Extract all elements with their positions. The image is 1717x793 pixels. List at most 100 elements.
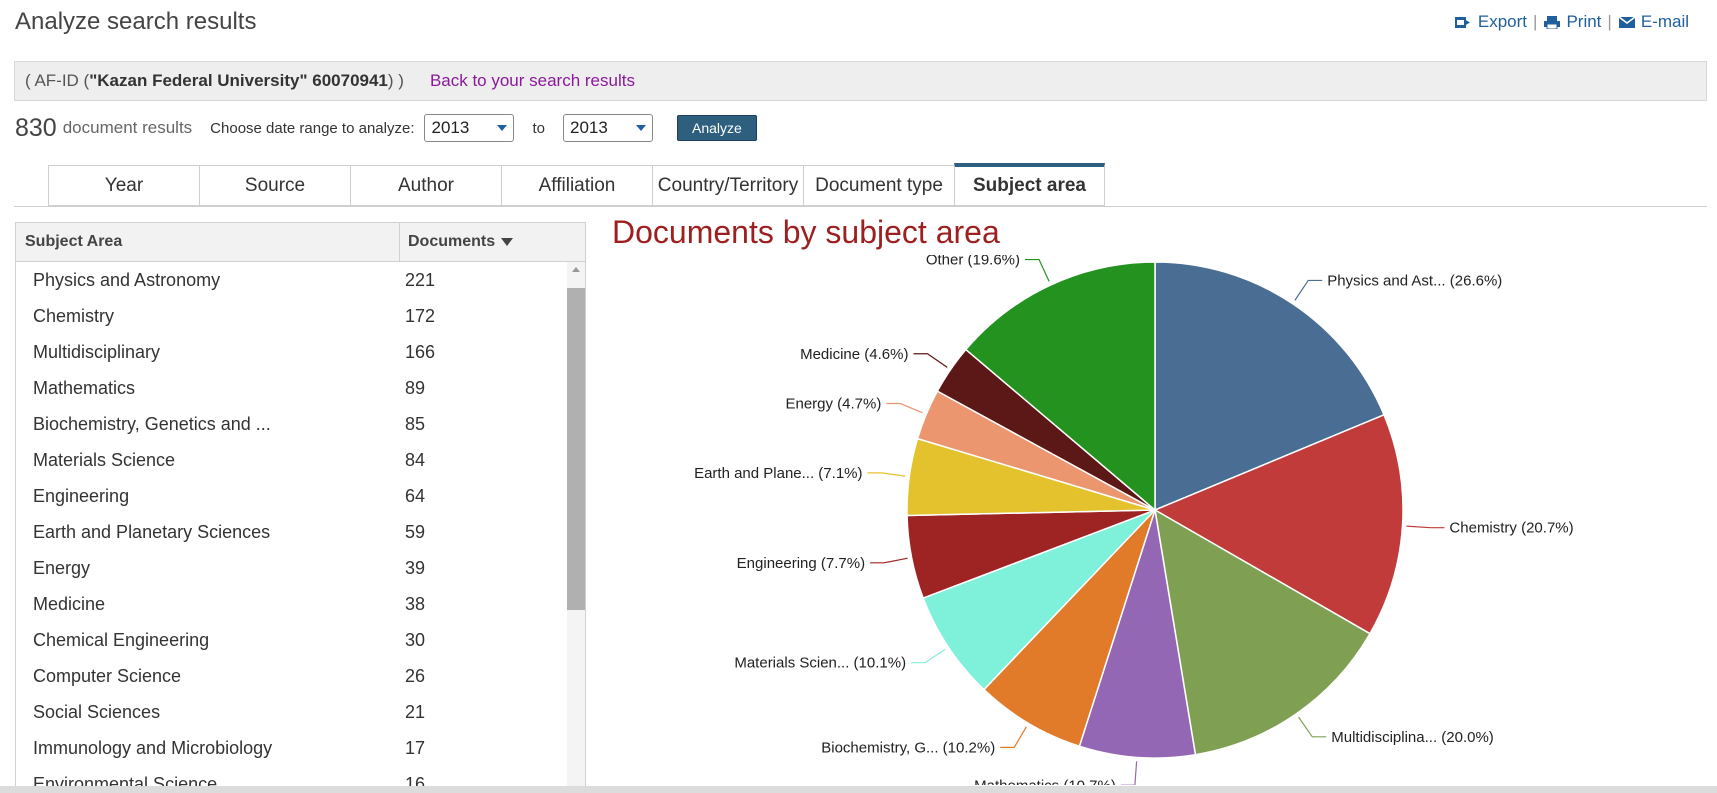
row-subject: Multidisciplinary <box>33 341 161 362</box>
pie-label-connector <box>1120 761 1138 785</box>
row-documents: 85 <box>405 413 426 434</box>
table-body: Physics and Astronomy 221 Chemistry 172 Mult… <box>16 262 566 793</box>
row-documents: 17 <box>405 737 426 758</box>
table-row[interactable]: Earth and Planetary Sciences 59 <box>16 514 566 550</box>
table-row[interactable]: Materials Science 84 <box>16 442 566 478</box>
result-count-label: document results <box>62 118 193 137</box>
row-documents: 221 <box>405 269 436 290</box>
row-subject: Chemical Engineering <box>33 629 210 650</box>
scroll-thumb[interactable] <box>567 288 585 610</box>
to-year-select[interactable]: 2013 <box>563 114 653 142</box>
table-row[interactable]: Engineering 64 <box>16 478 566 514</box>
table-row[interactable]: Chemistry 172 <box>16 298 566 334</box>
bottom-scrollbar[interactable] <box>0 786 1717 793</box>
table-row[interactable]: Physics and Astronomy 221 <box>16 262 566 298</box>
email-label: E-mail <box>1640 12 1689 31</box>
result-count: 830 <box>15 113 57 142</box>
row-documents: 26 <box>405 665 426 686</box>
print-link[interactable]: Print <box>1543 12 1601 32</box>
row-subject: Materials Science <box>33 449 176 470</box>
export-link[interactable]: Export <box>1454 12 1527 32</box>
pie-slice-label: Earth and Plane... (7.1%) <box>694 465 862 482</box>
row-subject: Chemistry <box>33 305 115 326</box>
pie-slice-label: Mathematics (10.7%) <box>974 777 1116 785</box>
pie-slice-label: Energy (4.7%) <box>785 396 881 413</box>
row-documents: 166 <box>405 341 436 362</box>
row-documents: 89 <box>405 377 426 398</box>
query-suffix: ) ) <box>387 71 404 90</box>
row-subject: Immunology and Microbiology <box>33 737 273 758</box>
row-documents: 38 <box>405 593 426 614</box>
query-prefix: ( AF-ID ( <box>25 71 90 90</box>
pie-label-connector <box>913 353 948 368</box>
table-row[interactable]: Mathematics 89 <box>16 370 566 406</box>
tab-affiliation[interactable]: Affiliation <box>501 165 652 206</box>
row-subject: Physics and Astronomy <box>33 269 221 290</box>
sort-desc-icon <box>501 238 514 246</box>
pie-label-connector <box>1406 525 1445 529</box>
tab-document-type[interactable]: Document type <box>803 165 954 206</box>
back-to-results-link[interactable]: Back to your search results <box>430 71 635 91</box>
table-row[interactable]: Multidisciplinary 166 <box>16 334 566 370</box>
table-row[interactable]: Computer Science 26 <box>16 658 566 694</box>
from-year-select[interactable]: 2013 <box>424 114 515 142</box>
query-bar: ( AF-ID ( "Kazan Federal University" 600… <box>14 61 1707 101</box>
row-documents: 172 <box>405 305 436 326</box>
row-subject: Earth and Planetary Sciences <box>33 521 271 542</box>
pie-label-connector <box>1294 279 1323 301</box>
pie-slice-label: Physics and Ast... (26.6%) <box>1327 272 1502 289</box>
pie-label-connector <box>1000 726 1027 748</box>
date-range-label: Choose date range to analyze: <box>210 119 415 137</box>
table-header: Subject Area Documents <box>16 223 585 262</box>
table-row[interactable]: Social Sciences 21 <box>16 694 566 730</box>
tab-country-territory[interactable]: Country/Territory <box>652 165 803 206</box>
column-header-documents[interactable]: Documents <box>400 233 514 251</box>
row-subject: Mathematics <box>33 377 136 398</box>
table-scrollbar[interactable] <box>567 262 585 792</box>
tab-author[interactable]: Author <box>350 165 501 206</box>
table-row[interactable]: Biochemistry, Genetics and ... 85 <box>16 406 566 442</box>
from-year-value: 2013 <box>431 118 470 137</box>
analyze-button[interactable]: Analyze <box>677 115 757 141</box>
row-documents: 84 <box>405 449 426 470</box>
table-row[interactable]: Chemical Engineering 30 <box>16 622 566 658</box>
row-subject: Social Sciences <box>33 701 161 722</box>
row-subject: Engineering <box>33 485 130 506</box>
email-link[interactable]: E-mail <box>1618 12 1689 32</box>
subject-area-table: Subject Area Documents Physics and Astro… <box>15 222 586 793</box>
tab-source[interactable]: Source <box>199 165 350 206</box>
chevron-down-icon <box>636 125 646 131</box>
pie-label-connector <box>1298 716 1327 738</box>
pie-slice-label: Medicine (4.6%) <box>800 346 908 363</box>
pie-label-connector <box>886 402 923 414</box>
pie-label-connector <box>1025 258 1050 282</box>
row-subject: Biochemistry, Genetics and ... <box>33 413 271 434</box>
scroll-up-icon[interactable] <box>572 267 580 272</box>
table-row[interactable]: Immunology and Microbiology 17 <box>16 730 566 766</box>
page-actions: Export | Print | E-mail <box>1454 12 1689 32</box>
chart-title: Documents by subject area <box>612 214 1000 250</box>
pie-slice-label: Engineering (7.7%) <box>737 555 865 572</box>
table-row[interactable]: Medicine 38 <box>16 586 566 622</box>
row-documents: 39 <box>405 557 426 578</box>
row-subject: Computer Science <box>33 665 182 686</box>
tab-subject-area[interactable]: Subject area <box>954 163 1105 206</box>
to-label: to <box>532 119 545 137</box>
row-subject: Energy <box>33 557 91 578</box>
action-separator: | <box>1533 12 1538 31</box>
pie-label-connector <box>867 472 906 477</box>
table-row[interactable]: Energy 39 <box>16 550 566 586</box>
row-documents: 30 <box>405 629 426 650</box>
row-subject: Medicine <box>33 593 106 614</box>
results-row: 830 document results Choose date range t… <box>15 111 757 145</box>
pie-slice-label: Multidisciplina... (20.0%) <box>1331 729 1494 746</box>
pie-slice-label: Materials Scien... (10.1%) <box>734 655 906 672</box>
tabs-divider <box>14 206 1707 207</box>
action-separator: | <box>1607 12 1612 31</box>
print-icon <box>1544 15 1561 29</box>
column-header-documents-label: Documents <box>408 233 496 250</box>
column-header-subject-area[interactable]: Subject Area <box>16 223 400 261</box>
pie-label-connector <box>870 557 908 564</box>
tab-year[interactable]: Year <box>48 165 199 206</box>
subject-area-pie-chart: Physics and Ast... (26.6%) Chemistry (20.… <box>694 255 1574 785</box>
